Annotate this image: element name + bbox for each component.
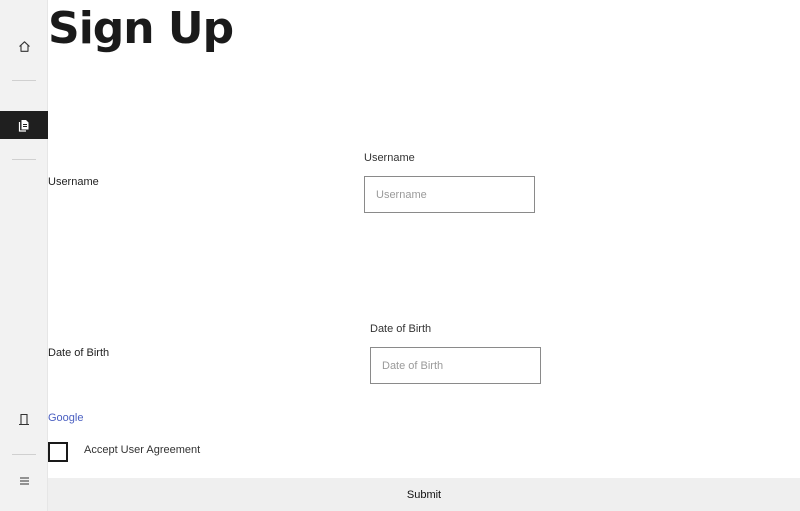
main-content: Sign Up Username Username Date of Birth … [48, 0, 800, 511]
home-icon [18, 40, 31, 53]
dob-field-label: Date of Birth [370, 323, 432, 335]
accept-agreement-checkbox[interactable] [48, 442, 68, 462]
submit-button[interactable]: Submit [48, 478, 800, 511]
sidebar-divider [12, 454, 36, 455]
username-field-label: Username [364, 152, 415, 164]
sidebar-item-menu[interactable] [0, 467, 48, 495]
documents-icon [18, 119, 30, 132]
google-link[interactable]: Google [48, 412, 83, 424]
sidebar [0, 0, 48, 511]
menu-icon [19, 476, 30, 486]
dob-input[interactable] [370, 347, 541, 384]
door-icon [18, 413, 30, 426]
username-row-label: Username [48, 176, 99, 188]
sidebar-item-home[interactable] [0, 32, 48, 60]
sidebar-item-door[interactable] [0, 405, 48, 433]
sidebar-divider [12, 80, 36, 81]
accept-agreement-label: Accept User Agreement [84, 444, 201, 456]
username-input[interactable] [364, 176, 535, 213]
sidebar-item-documents[interactable] [0, 111, 48, 139]
sidebar-divider [12, 159, 36, 160]
page-title: Sign Up [48, 3, 234, 54]
dob-row-label: Date of Birth [48, 347, 110, 359]
